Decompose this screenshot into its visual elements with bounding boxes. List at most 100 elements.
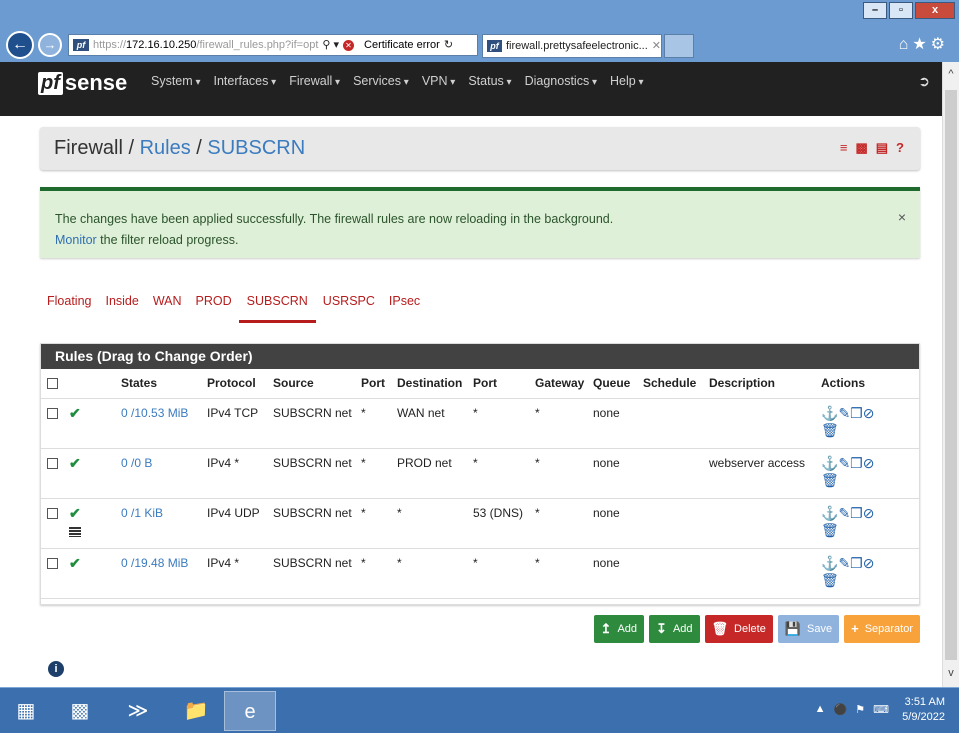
header-schedule[interactable]: Schedule <box>639 369 705 399</box>
delete-trash-icon[interactable]: 🗑 <box>821 572 839 588</box>
flag-icon[interactable]: ⚑ <box>855 703 865 716</box>
new-tab-button[interactable] <box>664 34 694 58</box>
states-link[interactable]: 0 /0 B <box>121 456 152 470</box>
edit-pencil-icon[interactable]: ✎ <box>838 505 850 521</box>
states-link[interactable]: 0 /10.53 MiB <box>121 406 188 420</box>
pfsense-logo[interactable]: pf sense <box>38 70 127 96</box>
menu-vpn[interactable]: VPN <box>422 74 456 88</box>
bar-chart-icon[interactable]: ▩ <box>855 140 867 156</box>
tab-usrspc[interactable]: USRSPC <box>316 294 382 323</box>
menu-firewall[interactable]: Firewall <box>289 74 340 88</box>
alert-close-button[interactable]: × <box>898 209 906 225</box>
tab-prod[interactable]: PROD <box>189 294 239 323</box>
header-source[interactable]: Source <box>269 369 357 399</box>
forward-button[interactable]: → <box>38 33 62 57</box>
row-checkbox[interactable] <box>47 557 58 569</box>
address-bar[interactable]: pf https://172.16.10.250/firewall_rules.… <box>68 34 478 56</box>
table-row[interactable]: ✔ 0 /1 KiB IPv4 UDP SUBSCRN net * * 53 (… <box>41 498 919 549</box>
tab-floating[interactable]: Floating <box>40 294 98 323</box>
enabled-check-icon[interactable]: ✔ <box>69 505 81 521</box>
disable-icon[interactable]: ⊘ <box>863 555 875 571</box>
anchor-icon[interactable]: ⚓ <box>821 405 838 421</box>
edit-pencil-icon[interactable]: ✎ <box>838 555 850 571</box>
copy-icon[interactable]: ❐ <box>850 555 863 571</box>
network-icon[interactable]: ⚫ <box>834 703 848 716</box>
keyboard-icon[interactable]: ⌨ <box>873 703 889 716</box>
delete-trash-icon[interactable]: 🗑 <box>821 422 839 438</box>
monitor-link[interactable]: Monitor <box>55 233 97 247</box>
help-question-icon[interactable]: ? <box>896 140 904 156</box>
favorites-star-icon[interactable]: ★ <box>912 36 930 53</box>
add-rule-bottom-button[interactable]: ↧ Add <box>649 615 700 643</box>
menu-services[interactable]: Services <box>353 74 409 88</box>
table-row[interactable]: ✔ 0 /10.53 MiB IPv4 TCP SUBSCRN net * WA… <box>41 398 919 449</box>
states-link[interactable]: 0 /1 KiB <box>121 506 163 520</box>
enabled-check-icon[interactable]: ✔ <box>69 455 81 471</box>
menu-interfaces[interactable]: Interfaces <box>214 74 277 88</box>
select-all-checkbox[interactable] <box>47 377 58 389</box>
scroll-down-arrow-icon[interactable]: v <box>943 667 959 679</box>
header-gateway[interactable]: Gateway <box>531 369 589 399</box>
browser-tab[interactable]: pf firewall.prettysafeelectronic... ✕ <box>482 34 662 58</box>
disable-icon[interactable]: ⊘ <box>863 405 875 421</box>
delete-button[interactable]: 🗑 Delete <box>704 615 773 643</box>
tab-inside[interactable]: Inside <box>98 294 145 323</box>
row-checkbox[interactable] <box>47 507 58 519</box>
page-scrollbar[interactable]: ^ v <box>942 62 959 687</box>
header-states[interactable]: States <box>117 369 203 399</box>
copy-icon[interactable]: ❐ <box>850 455 863 471</box>
settings-gear-icon[interactable]: ⚙ <box>931 36 949 53</box>
header-port[interactable]: Port <box>357 369 393 399</box>
taskbar-clock[interactable]: 3:51 AM 5/9/2022 <box>902 695 945 725</box>
server-manager-icon[interactable]: ▩ <box>58 691 102 731</box>
row-checkbox[interactable] <box>47 407 58 419</box>
back-button[interactable]: ← <box>6 31 34 59</box>
tab-ipsec[interactable]: IPsec <box>382 294 427 323</box>
menu-diagnostics[interactable]: Diagnostics <box>525 74 597 88</box>
breadcrumb-rules-link[interactable]: Rules <box>140 137 191 159</box>
menu-system[interactable]: System <box>151 74 201 88</box>
tab-subscrn[interactable]: SUBSCRN <box>238 294 316 323</box>
anchor-icon[interactable]: ⚓ <box>821 555 838 571</box>
table-row[interactable]: ✔ 0 /0 B IPv4 * SUBSCRN net * PROD net *… <box>41 448 919 499</box>
logout-icon[interactable]: ➲ <box>918 73 930 90</box>
save-button[interactable]: 💾 Save <box>777 615 840 643</box>
copy-icon[interactable]: ❐ <box>850 505 863 521</box>
copy-icon[interactable]: ❐ <box>850 405 863 421</box>
close-window-button[interactable]: x <box>915 2 955 19</box>
delete-trash-icon[interactable]: 🗑 <box>821 522 839 538</box>
start-button-windows-icon[interactable]: ▦ <box>4 691 48 731</box>
restore-button[interactable]: ▫ <box>889 2 913 19</box>
tab-wan[interactable]: WAN <box>146 294 189 323</box>
log-list-icon[interactable]: ▤ <box>876 140 888 156</box>
edit-pencil-icon[interactable]: ✎ <box>838 455 850 471</box>
breadcrumb-subscrn-link[interactable]: SUBSCRN <box>207 137 305 159</box>
delete-trash-icon[interactable]: 🗑 <box>821 472 839 488</box>
table-row[interactable]: ✔ 0 /19.48 MiB IPv4 * SUBSCRN net * * * … <box>41 548 919 599</box>
home-icon[interactable]: ⌂ <box>899 36 913 53</box>
menu-status[interactable]: Status <box>468 74 511 88</box>
header-description[interactable]: Description <box>705 369 817 399</box>
edit-pencil-icon[interactable]: ✎ <box>838 405 850 421</box>
cert-error-label[interactable]: Certificate error <box>364 35 440 55</box>
header-dest-port[interactable]: Port <box>469 369 531 399</box>
info-icon[interactable]: i <box>48 661 64 677</box>
enabled-check-icon[interactable]: ✔ <box>69 555 81 571</box>
tab-close-icon[interactable]: ✕ <box>652 35 661 57</box>
scroll-up-arrow-icon[interactable]: ^ <box>943 68 959 80</box>
anchor-icon[interactable]: ⚓ <box>821 505 838 521</box>
header-protocol[interactable]: Protocol <box>203 369 269 399</box>
refresh-icon[interactable]: ↻ <box>444 35 453 55</box>
disable-icon[interactable]: ⊘ <box>863 455 875 471</box>
row-checkbox[interactable] <box>47 457 58 469</box>
add-rule-top-button[interactable]: ↥ Add <box>593 615 645 643</box>
internet-explorer-icon[interactable]: e <box>224 691 276 731</box>
separator-button[interactable]: + Separator <box>844 615 920 643</box>
search-icon[interactable]: ⚲ ▾ <box>322 35 339 55</box>
disable-icon[interactable]: ⊘ <box>863 505 875 521</box>
anchor-icon[interactable]: ⚓ <box>821 455 838 471</box>
sliders-icon[interactable]: ≡ <box>840 140 848 156</box>
powershell-icon[interactable]: ≫ <box>116 691 160 731</box>
scroll-thumb[interactable] <box>945 90 957 660</box>
header-queue[interactable]: Queue <box>589 369 639 399</box>
